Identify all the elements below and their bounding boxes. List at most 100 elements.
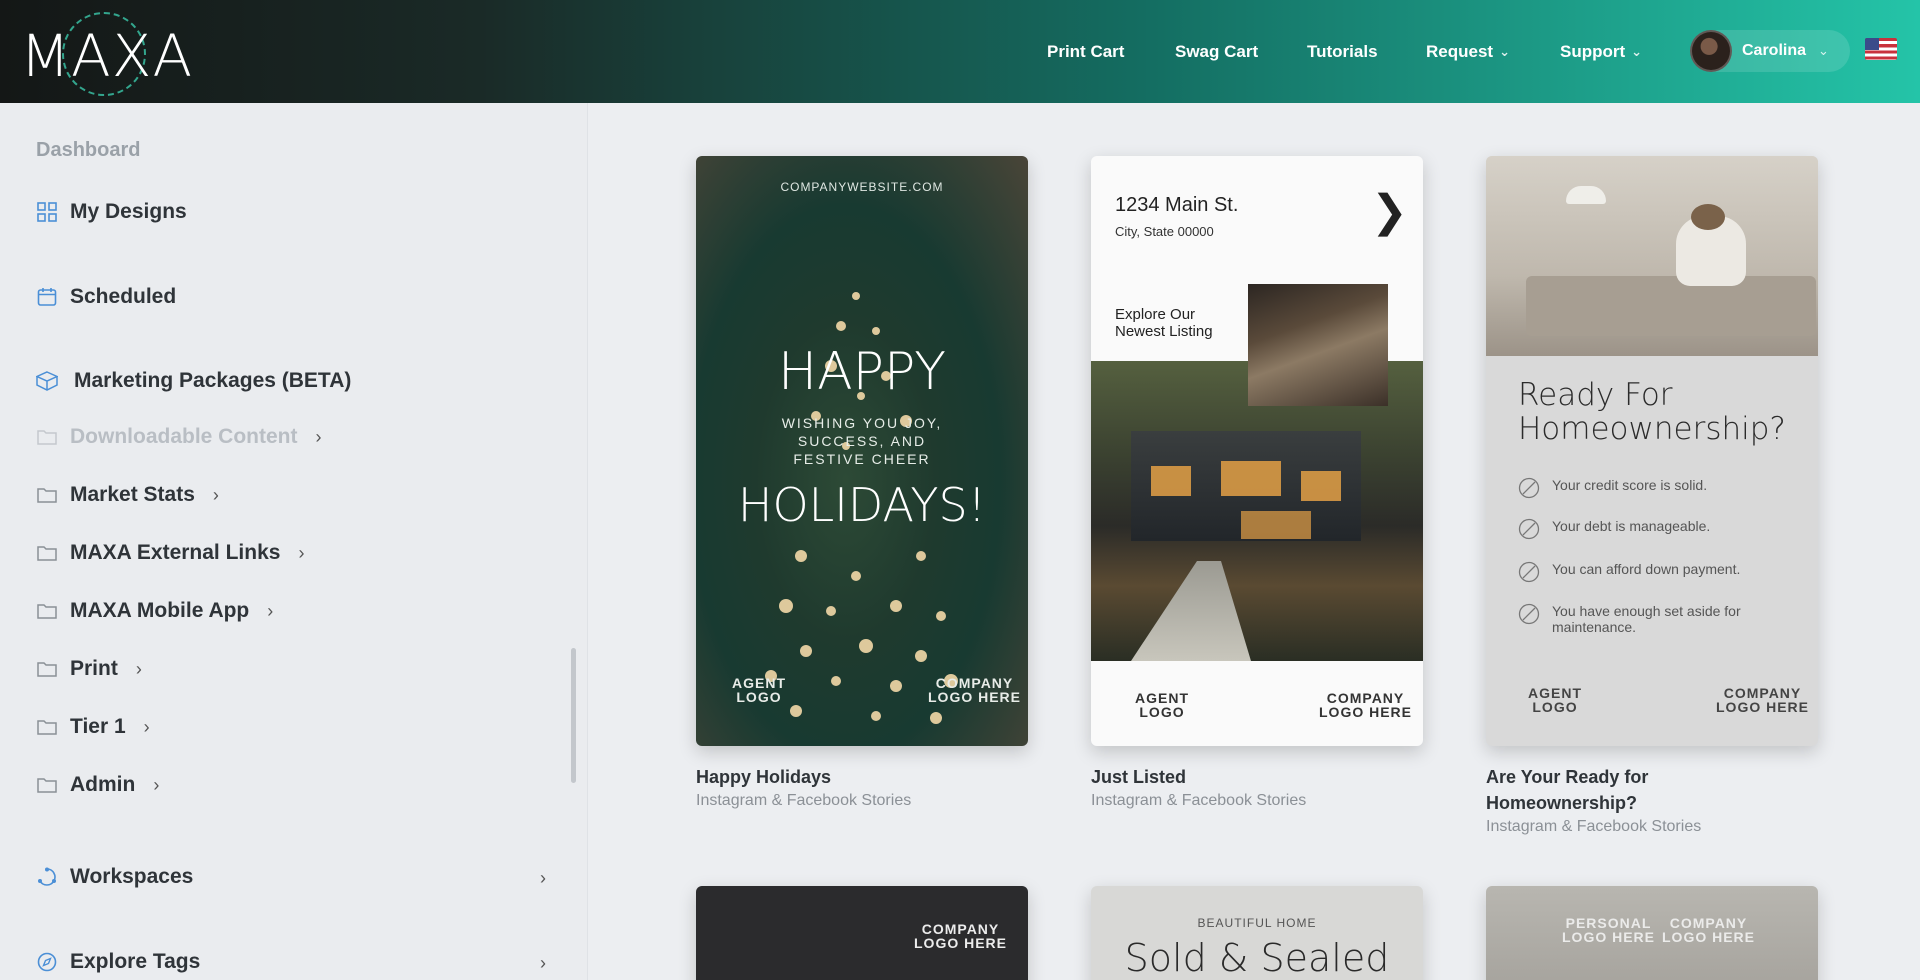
sidebar-item-label: Scheduled bbox=[70, 285, 177, 308]
sidebar-item-my-designs[interactable]: My Designs bbox=[36, 200, 187, 224]
lamp-shape bbox=[1566, 186, 1606, 204]
company-logo-placeholder: COMPANY LOGO HERE bbox=[1662, 915, 1756, 945]
grid-icon bbox=[36, 201, 58, 223]
chevron-right-icon[interactable]: › bbox=[540, 868, 546, 889]
sidebar-item-label: My Designs bbox=[70, 200, 187, 223]
sidebar-item-label: Marketing Packages (BETA) bbox=[74, 369, 352, 392]
checklist-item: Your credit score is solid. bbox=[1518, 477, 1707, 499]
checklist-text: You can afford down payment. bbox=[1552, 561, 1741, 577]
chevron-right-icon: › bbox=[267, 600, 274, 621]
checklist-text: Your credit score is solid. bbox=[1552, 477, 1708, 493]
chevron-down-icon: ⌄ bbox=[1631, 43, 1643, 59]
sidebar-item-mobile-app[interactable]: MAXA Mobile App › bbox=[36, 599, 273, 623]
avatar bbox=[1690, 30, 1732, 72]
flag-canton bbox=[1865, 38, 1879, 50]
no-sign-icon bbox=[1518, 561, 1540, 583]
design-card-homeownership[interactable]: Ready For Homeownership? Your credit sco… bbox=[1486, 156, 1818, 746]
company-logo-placeholder: COMPANY LOGO HERE bbox=[914, 921, 1008, 951]
headline-holidays: HOLIDAYS! bbox=[737, 478, 987, 532]
living-room-photo bbox=[1486, 156, 1818, 356]
design-card-happy-holidays[interactable]: COMPANYWEBSITE.COM HAPPY WISHING YOU JOY… bbox=[696, 156, 1028, 746]
nav-request[interactable]: Request ⌄ bbox=[1426, 0, 1510, 103]
chevron-right-icon: › bbox=[298, 542, 305, 563]
folder-icon bbox=[36, 426, 58, 448]
sidebar-item-marketing-packages[interactable]: Marketing Packages (BETA) bbox=[36, 369, 351, 393]
folder-icon bbox=[36, 542, 58, 564]
nav-swag-cart[interactable]: Swag Cart bbox=[1175, 0, 1258, 103]
house-walkway bbox=[1131, 561, 1251, 661]
sofa-shape bbox=[1526, 276, 1816, 336]
chevron-down-icon: ⌄ bbox=[1499, 43, 1510, 59]
design-card-row2-2[interactable]: BEAUTIFUL HOME Sold & Sealed bbox=[1091, 886, 1423, 980]
no-sign-icon bbox=[1518, 518, 1540, 540]
house-window bbox=[1241, 511, 1311, 539]
design-card-just-listed[interactable]: 1234 Main St. City, State 00000 ❯ Explor… bbox=[1091, 156, 1423, 746]
sidebar-scrollbar[interactable] bbox=[571, 648, 576, 783]
compass-icon bbox=[36, 951, 58, 973]
workspaces-icon bbox=[36, 866, 58, 888]
sidebar-item-market-stats[interactable]: Market Stats › bbox=[36, 483, 219, 507]
logo-text: MAXA bbox=[20, 22, 194, 90]
design-card-row2-1[interactable]: COMPANY LOGO HERE bbox=[696, 886, 1028, 980]
agent-logo-placeholder: AGENT LOGO bbox=[1135, 690, 1189, 720]
listing-address: 1234 Main St. bbox=[1115, 194, 1239, 216]
folder-icon bbox=[36, 600, 58, 622]
house-photo bbox=[1091, 361, 1423, 661]
card-title[interactable]: Happy Holidays bbox=[696, 764, 831, 790]
checklist-item: Your debt is manageable. bbox=[1518, 518, 1710, 540]
house-window bbox=[1221, 461, 1281, 496]
us-flag-icon[interactable] bbox=[1865, 38, 1897, 60]
holiday-message: WISHING YOU JOY, SUCCESS, AND FESTIVE CH… bbox=[781, 415, 943, 467]
personal-logo-placeholder: PERSONAL LOGO HERE bbox=[1562, 915, 1656, 945]
sidebar-item-explore-tags[interactable]: Explore Tags bbox=[36, 950, 200, 974]
sidebar-item-tier1[interactable]: Tier 1 › bbox=[36, 715, 150, 739]
card-subtitle: Instagram & Facebook Stories bbox=[1091, 792, 1307, 809]
checklist-text: Your debt is manageable. bbox=[1552, 518, 1711, 534]
chevron-right-icon: ❯ bbox=[1371, 187, 1408, 236]
nav-label: Print Cart bbox=[1047, 41, 1125, 61]
design-card-row2-3[interactable]: PERSONAL LOGO HERE COMPANY LOGO HERE bbox=[1486, 886, 1818, 980]
chevron-right-icon: › bbox=[212, 484, 219, 505]
folder-icon bbox=[36, 658, 58, 680]
explore-text: Explore Our Newest Listing bbox=[1115, 306, 1213, 340]
sidebar-item-admin[interactable]: Admin › bbox=[36, 773, 159, 797]
sidebar-item-scheduled[interactable]: Scheduled bbox=[36, 285, 176, 309]
sidebar-item-external-links[interactable]: MAXA External Links › bbox=[36, 541, 304, 565]
maxa-logo[interactable]: MAXA bbox=[20, 12, 210, 96]
sidebar-item-downloadable-content[interactable]: Downloadable Content › bbox=[36, 425, 322, 449]
nav-label: Request bbox=[1426, 41, 1494, 61]
house-window bbox=[1151, 466, 1191, 496]
chevron-right-icon: › bbox=[143, 716, 150, 737]
nav-print-cart[interactable]: Print Cart bbox=[1047, 0, 1124, 103]
sidebar-item-label: Explore Tags bbox=[70, 950, 201, 973]
card-title[interactable]: Just Listed bbox=[1091, 764, 1186, 790]
interior-photo bbox=[1248, 284, 1388, 406]
sidebar-item-label: MAXA External Links bbox=[70, 541, 281, 564]
design-gallery: COMPANYWEBSITE.COM HAPPY WISHING YOU JOY… bbox=[588, 103, 1920, 980]
chevron-right-icon: › bbox=[135, 658, 142, 679]
sidebar-item-print[interactable]: Print › bbox=[36, 657, 142, 681]
no-sign-icon bbox=[1518, 603, 1540, 625]
checklist-item: You can afford down payment. bbox=[1518, 561, 1740, 583]
user-menu[interactable]: Carolina ⌄ bbox=[1690, 30, 1850, 72]
card-subtitle: Instagram & Facebook Stories bbox=[696, 792, 912, 809]
sold-sealed-headline: Sold & Sealed bbox=[1124, 936, 1390, 980]
kicker-text: BEAUTIFUL HOME bbox=[1197, 916, 1317, 930]
chevron-right-icon[interactable]: › bbox=[540, 953, 546, 974]
chevron-right-icon: › bbox=[153, 774, 160, 795]
user-name: Carolina bbox=[1742, 42, 1807, 59]
company-logo-placeholder: COMPANY LOGO HERE bbox=[928, 675, 1022, 705]
sidebar-item-label: Downloadable Content bbox=[70, 425, 298, 448]
sidebar-item-workspaces[interactable]: Workspaces bbox=[36, 865, 193, 889]
hair-shape bbox=[1691, 204, 1725, 230]
company-logo-placeholder: COMPANY LOGO HERE bbox=[1319, 690, 1413, 720]
card-title[interactable]: Are Your Ready for Homeownership? bbox=[1486, 764, 1648, 816]
chevron-down-icon: ⌄ bbox=[1818, 43, 1829, 58]
nav-tutorials[interactable]: Tutorials bbox=[1307, 0, 1378, 103]
checklist-text: You have enough set aside for maintenanc… bbox=[1552, 603, 1741, 635]
sidebar-item-label: Workspaces bbox=[70, 865, 194, 888]
sidebar-item-label: MAXA Mobile App bbox=[70, 599, 250, 622]
package-icon bbox=[36, 370, 58, 392]
sidebar-item-label: Print bbox=[70, 657, 118, 680]
nav-support[interactable]: Support ⌄ bbox=[1560, 0, 1642, 103]
